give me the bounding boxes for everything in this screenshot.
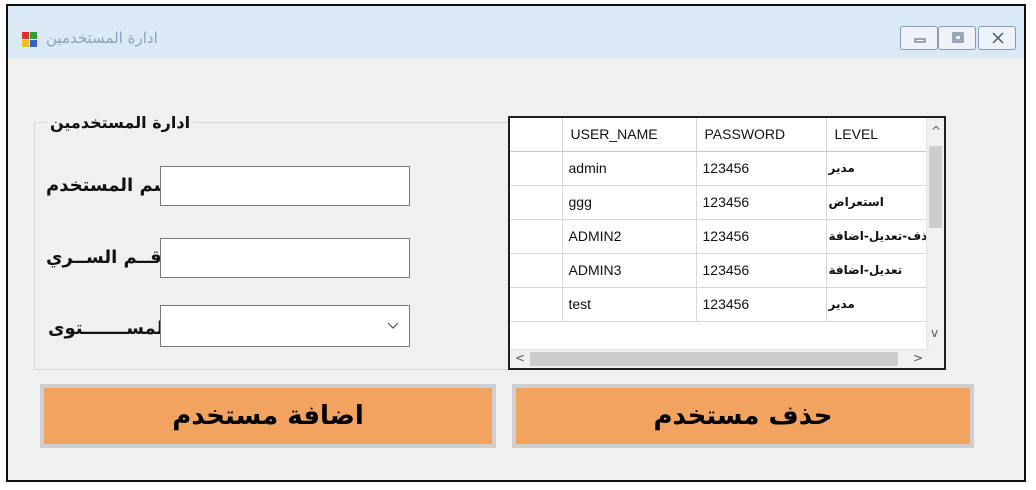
close-icon	[992, 32, 1004, 44]
scroll-down-icon[interactable]: v	[931, 326, 938, 340]
vertical-scroll-thumb[interactable]	[929, 146, 942, 228]
delete-user-button[interactable]: حذف مستخدم	[512, 384, 974, 448]
cell-level[interactable]: مدير	[826, 287, 939, 322]
cell-user-name[interactable]: ggg	[562, 185, 697, 220]
scrollbar-corner	[927, 350, 944, 368]
scroll-right-icon[interactable]: >	[913, 351, 923, 365]
cell-password[interactable]: 123456	[696, 219, 827, 254]
horizontal-scrollbar[interactable]: < >	[510, 349, 929, 368]
username-label: اسم المستخدم	[46, 175, 178, 196]
window-title: ادارة المستخدمين	[46, 29, 158, 47]
table-row[interactable]: ADMIN2 123456 حذف-تعديل-اضافة	[510, 219, 939, 254]
column-header-password[interactable]: PASSWORD	[696, 118, 827, 152]
row-header[interactable]	[510, 219, 563, 254]
group-title: ادارة المستخدمين	[46, 113, 195, 132]
cell-level[interactable]: تعديل-اضافة	[826, 253, 939, 288]
scroll-left-icon[interactable]: <	[515, 351, 525, 365]
table-row[interactable]: test 123456 مدير	[510, 287, 939, 322]
maximize-icon	[952, 32, 964, 43]
table-row[interactable]: ggg 123456 استعراض	[510, 185, 939, 220]
scroll-up-icon[interactable]: ^	[931, 124, 941, 138]
grid-header-row: USER_NAME PASSWORD LEVEL	[510, 118, 939, 152]
app-icon	[22, 32, 38, 48]
minimize-button[interactable]	[900, 26, 938, 50]
close-button[interactable]	[978, 26, 1016, 50]
minimize-icon	[914, 38, 926, 43]
users-grid[interactable]: USER_NAME PASSWORD LEVEL admin 123456 مد…	[508, 116, 946, 370]
chevron-down-icon	[387, 322, 399, 329]
cell-user-name[interactable]: ADMIN2	[562, 219, 697, 254]
row-header[interactable]	[510, 185, 563, 220]
row-header[interactable]	[510, 253, 563, 288]
table-row[interactable]: ADMIN3 123456 تعديل-اضافة	[510, 253, 939, 288]
cell-user-name[interactable]: test	[562, 287, 697, 322]
cell-password[interactable]: 123456	[696, 185, 827, 220]
cell-user-name[interactable]: ADMIN3	[562, 253, 697, 288]
level-select[interactable]	[160, 305, 410, 347]
cell-password[interactable]: 123456	[696, 151, 827, 186]
username-input[interactable]	[160, 166, 410, 206]
cell-level[interactable]: مدير	[826, 151, 939, 186]
vertical-scrollbar[interactable]: ^ v	[926, 118, 944, 351]
row-header-corner	[510, 118, 563, 152]
table-row[interactable]: admin 123456 مدير	[510, 151, 939, 186]
cell-password[interactable]: 123456	[696, 287, 827, 322]
cell-level[interactable]: استعراض	[826, 185, 939, 220]
users-table: USER_NAME PASSWORD LEVEL admin 123456 مد…	[510, 118, 939, 322]
cell-level[interactable]: حذف-تعديل-اضافة	[826, 219, 939, 254]
maximize-button[interactable]	[938, 26, 976, 50]
cell-password[interactable]: 123456	[696, 253, 827, 288]
column-header-user-name[interactable]: USER_NAME	[562, 118, 697, 152]
row-header[interactable]	[510, 151, 563, 186]
add-user-button[interactable]: اضافة مستخدم	[40, 384, 496, 448]
title-bar: ادارة المستخدمين	[8, 6, 1024, 58]
horizontal-scroll-thumb[interactable]	[530, 352, 898, 366]
cell-user-name[interactable]: admin	[562, 151, 697, 186]
level-label: المســـــــتوى	[48, 318, 170, 339]
password-input[interactable]	[160, 238, 410, 278]
row-header[interactable]	[510, 287, 563, 322]
column-header-level[interactable]: LEVEL	[826, 118, 939, 152]
